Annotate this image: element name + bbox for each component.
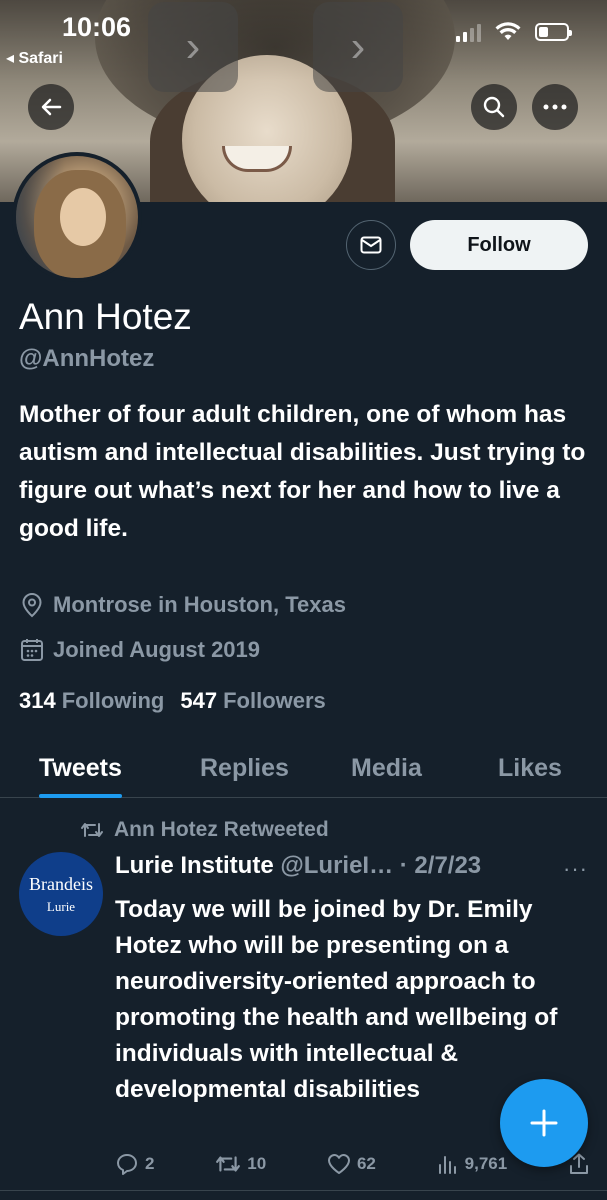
retweet-label: Ann Hotez Retweeted xyxy=(114,818,329,841)
tweet-author-name[interactable]: Lurie Institute xyxy=(115,852,274,879)
back-to-app-link[interactable]: ◂ Safari xyxy=(6,48,63,68)
following-count: 314 xyxy=(19,688,56,713)
reply-count: 2 xyxy=(145,1154,155,1173)
signal-icon xyxy=(456,22,481,42)
active-tab-indicator xyxy=(39,794,122,798)
profile-location: Montrose in Houston, Texas xyxy=(19,592,346,618)
tab-replies[interactable]: Replies xyxy=(200,738,289,798)
status-time: 10:06 xyxy=(62,12,132,42)
like-button[interactable]: 62 xyxy=(327,1152,376,1176)
profile-avatar[interactable] xyxy=(12,152,142,282)
following-link[interactable]: 314 Following xyxy=(19,688,164,714)
views-button[interactable]: 9,761 xyxy=(437,1152,508,1176)
back-arrow-icon xyxy=(41,98,62,116)
reply-icon xyxy=(117,1154,137,1175)
tweet-date[interactable]: · 2/7/23 xyxy=(400,852,481,879)
avatar-logo-text: Brandeis xyxy=(29,873,93,894)
location-pin-icon xyxy=(22,592,42,618)
chevron-right-icon: › xyxy=(148,2,238,92)
tab-label: Likes xyxy=(498,753,562,782)
retweet-count: 10 xyxy=(247,1154,267,1173)
tweet-text: Today we will be joined by Dr. Emily Hot… xyxy=(115,896,558,1103)
tab-label: Tweets xyxy=(39,753,122,782)
profile-joined: Joined August 2019 xyxy=(19,637,260,663)
retweet-icon xyxy=(81,823,103,837)
views-icon xyxy=(438,1156,456,1174)
tweet-author-handle[interactable]: @LurieI… xyxy=(280,852,393,879)
profile-handle: @AnnHotez xyxy=(19,345,155,372)
profile-name: Ann Hotez xyxy=(19,296,192,337)
retweet-indicator: Ann Hotez Retweeted xyxy=(80,818,329,842)
followers-count: 547 xyxy=(180,688,218,713)
follow-stats: 314 Following 547 Followers xyxy=(19,688,326,714)
avatar-logo-subtext: Lurie xyxy=(46,898,76,914)
tab-tweets[interactable]: Tweets xyxy=(39,738,122,798)
compose-tweet-button[interactable] xyxy=(500,1079,588,1167)
tab-label: Media xyxy=(351,753,422,782)
profile-tabs: Tweets Replies Media Likes xyxy=(0,738,607,798)
message-button[interactable] xyxy=(346,220,396,270)
status-icons xyxy=(456,22,572,42)
tweet-header: Lurie Institute @LurieI… · 2/7/23 xyxy=(115,852,481,880)
view-count: 9,761 xyxy=(464,1154,508,1173)
tab-media[interactable]: Media xyxy=(351,738,422,798)
battery-icon xyxy=(535,23,572,41)
back-button[interactable] xyxy=(28,84,74,130)
follow-button[interactable]: Follow xyxy=(410,220,588,270)
search-icon xyxy=(483,96,505,118)
reply-button[interactable]: 2 xyxy=(115,1152,154,1176)
retweet-button[interactable]: 10 xyxy=(215,1152,266,1176)
heart-icon xyxy=(327,1154,350,1174)
wifi-icon xyxy=(495,22,521,40)
more-icon xyxy=(543,104,567,110)
chevron-right-icon: › xyxy=(313,2,403,92)
followers-link[interactable]: 547 Followers xyxy=(180,688,325,714)
following-label: Following xyxy=(61,688,165,713)
location-text: Montrose in Houston, Texas xyxy=(53,592,346,617)
envelope-icon xyxy=(360,236,382,254)
bottom-nav-edge xyxy=(0,1190,607,1200)
avatar-face xyxy=(60,188,106,246)
followers-label: Followers xyxy=(223,688,326,713)
plus-icon xyxy=(530,1109,558,1137)
profile-bio: Mother of four adult children, one of wh… xyxy=(19,401,586,542)
retweet-icon xyxy=(216,1156,241,1172)
tweet-more-button[interactable]: ··· xyxy=(563,856,588,882)
tab-likes[interactable]: Likes xyxy=(498,738,562,798)
search-button[interactable] xyxy=(471,84,517,130)
tab-label: Replies xyxy=(200,753,289,782)
more-button[interactable] xyxy=(532,84,578,130)
calendar-icon xyxy=(21,639,43,661)
tweet-author-avatar[interactable]: Brandeis Lurie xyxy=(19,852,103,936)
joined-text: Joined August 2019 xyxy=(53,637,261,662)
like-count: 62 xyxy=(356,1154,376,1173)
